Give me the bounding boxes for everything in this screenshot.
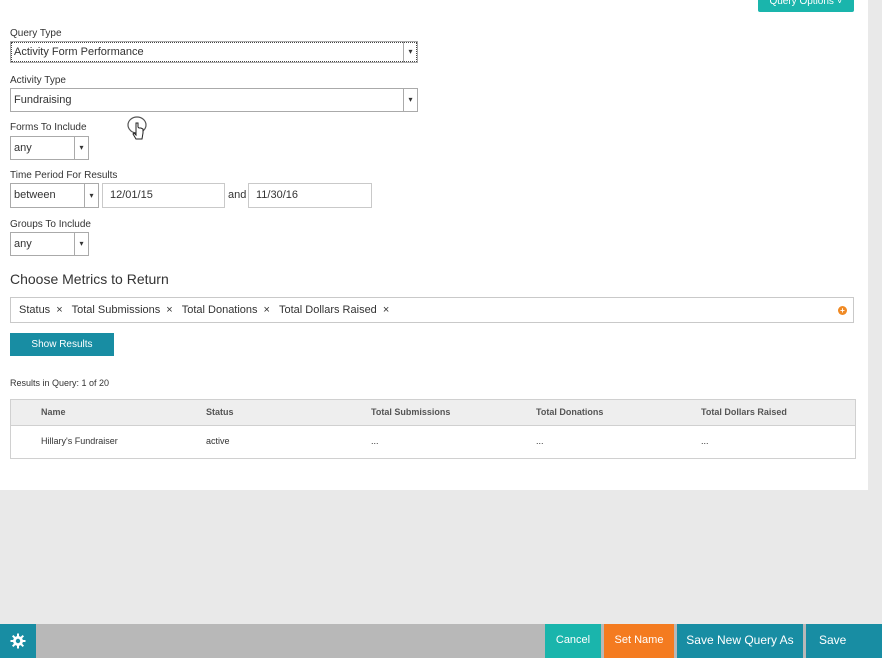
gear-icon — [10, 633, 26, 649]
column-header-total-donations[interactable]: Total Donations — [536, 400, 603, 425]
results-count: Results in Query: 1 of 20 — [10, 378, 110, 388]
cell-total-dollars-raised: ... — [701, 436, 709, 446]
column-header-status[interactable]: Status — [206, 400, 234, 425]
query-type-value: Activity Form Performance — [14, 46, 144, 58]
remove-metric-icon[interactable]: × — [264, 298, 270, 322]
cell-name: Hillary's Fundraiser — [41, 436, 118, 446]
column-header-total-submissions[interactable]: Total Submissions — [371, 400, 450, 425]
metric-chip-label: Status — [19, 304, 51, 316]
add-metric-icon[interactable]: + — [838, 306, 847, 315]
metric-chip-label: Total Donations — [181, 304, 258, 316]
column-header-total-dollars-raised[interactable]: Total Dollars Raised — [701, 400, 787, 425]
query-type-label: Query Type — [10, 28, 62, 39]
time-period-operator-value: between — [14, 189, 56, 201]
query-panel: Query Options ˅ Query Type Activity Form… — [0, 0, 868, 490]
caret-down-icon: ▾ — [74, 233, 88, 255]
results-table: Name Status Total Submissions Total Dona… — [10, 399, 856, 459]
metric-chip-status: Status × — [19, 298, 63, 322]
cell-status: active — [206, 436, 230, 446]
table-header: Name Status Total Submissions Total Dona… — [11, 400, 855, 426]
metric-chip-label: Total Submissions — [71, 304, 161, 316]
remove-metric-icon[interactable]: × — [56, 298, 62, 322]
save-query-button[interactable]: Save Query — [806, 624, 882, 658]
caret-down-icon: ▾ — [74, 137, 88, 159]
show-results-button[interactable]: Show Results — [10, 333, 114, 356]
forms-to-include-select[interactable]: any ▾ — [10, 136, 89, 160]
metric-chip-total-dollars-raised: Total Dollars Raised × — [279, 298, 389, 322]
settings-button[interactable] — [0, 624, 36, 658]
groups-to-include-value: any — [14, 238, 32, 250]
and-label: and — [228, 189, 247, 201]
metrics-title: Choose Metrics to Return — [10, 271, 169, 287]
bottom-action-bar: Cancel Set Name Save New Query As Save Q… — [0, 624, 882, 658]
time-period-label: Time Period For Results — [10, 170, 118, 181]
table-row[interactable]: Hillary's Fundraiser active ... ... ... — [11, 426, 855, 458]
remove-metric-icon[interactable]: × — [166, 298, 172, 322]
groups-to-include-label: Groups To Include — [10, 219, 91, 230]
metrics-selector[interactable]: Status × Total Submissions × Total Donat… — [10, 297, 854, 323]
activity-type-label: Activity Type — [10, 75, 66, 86]
activity-type-select[interactable]: Fundraising ▾ — [10, 88, 418, 112]
save-new-query-as-button[interactable]: Save New Query As — [677, 624, 803, 658]
time-period-operator-select[interactable]: between ▾ — [10, 183, 99, 208]
cell-total-donations: ... — [536, 436, 544, 446]
set-name-button[interactable]: Set Name — [604, 624, 674, 658]
column-header-name[interactable]: Name — [41, 400, 66, 425]
groups-to-include-select[interactable]: any ▾ — [10, 232, 89, 256]
forms-to-include-value: any — [14, 142, 32, 154]
cancel-button[interactable]: Cancel — [545, 624, 601, 658]
metric-chip-total-submissions: Total Submissions × — [72, 298, 173, 322]
metric-chip-label: Total Dollars Raised — [278, 304, 377, 316]
forms-to-include-label: Forms To Include — [10, 122, 87, 133]
activity-type-value: Fundraising — [14, 94, 72, 106]
caret-down-icon: ▾ — [403, 89, 417, 111]
caret-down-icon: ▾ — [403, 42, 417, 62]
metric-chip-total-donations: Total Donations × — [182, 298, 270, 322]
start-date-input[interactable]: 12/01/15 — [102, 183, 225, 208]
hand-pointer-icon — [127, 116, 147, 140]
remove-metric-icon[interactable]: × — [383, 298, 389, 322]
cell-total-submissions: ... — [371, 436, 379, 446]
end-date-input[interactable]: 11/30/16 — [248, 183, 372, 208]
caret-down-icon: ▾ — [84, 184, 98, 207]
query-type-select[interactable]: Activity Form Performance ▾ — [10, 41, 418, 63]
query-options-button[interactable]: Query Options ˅ — [758, 0, 854, 12]
